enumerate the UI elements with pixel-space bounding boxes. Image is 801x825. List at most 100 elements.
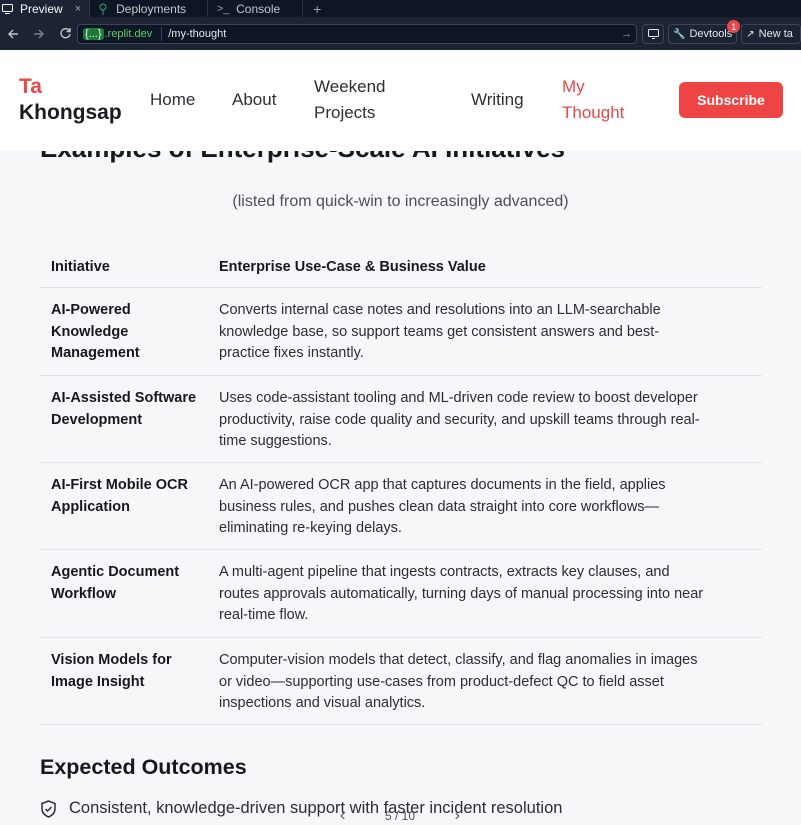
- nav-my-thought-label-2: Thought: [562, 103, 625, 122]
- terminal-icon: >_: [216, 2, 230, 15]
- initiative-line: Workflow: [51, 585, 116, 602]
- device-toggle-button[interactable]: [642, 24, 664, 44]
- outcome-text: Consistent, knowledge-driven support wit…: [69, 799, 563, 817]
- table-row: AI-First Mobile OCR Application An AI-po…: [40, 463, 762, 550]
- initiative-cell: Vision Models for Image Insight: [40, 638, 219, 724]
- value-line: Computer-vision models that detect, clas…: [219, 652, 698, 668]
- table-header-value: Enterprise Use-Case & Business Value: [219, 259, 486, 276]
- table-row: AI-Assisted Software Development Uses co…: [40, 376, 762, 463]
- nav-home-label: Home: [150, 90, 196, 109]
- nav-weekend-projects[interactable]: Weekend Projects: [314, 74, 386, 126]
- domain-pill[interactable]: {...} .replit.dev: [80, 26, 155, 42]
- external-link-icon: ↗: [746, 28, 755, 40]
- open-new-tab-button[interactable]: ↗ New ta: [741, 24, 801, 44]
- nav-about-label: About: [232, 90, 277, 109]
- value-cell: A multi-agent pipeline that ingests cont…: [219, 550, 762, 637]
- new-tab-button[interactable]: +: [303, 0, 331, 17]
- arrow-right-icon: [34, 29, 44, 38]
- shield-check-icon: [41, 799, 56, 818]
- url-bar-actions: 🔧 Devtools 1 ↗ New ta: [642, 20, 801, 44]
- initiative-line: Image Insight: [51, 673, 145, 690]
- tab-deployments[interactable]: Deployments: [90, 0, 209, 17]
- preview-url-bar: {...} .replit.dev /my-thought → 🔧 Devtoo…: [0, 17, 801, 50]
- initiative-line: Vision Models for: [51, 652, 172, 668]
- outcomes-heading: Expected Outcomes: [40, 755, 247, 779]
- initiative-line: Application: [51, 498, 130, 515]
- initiative-cell: AI-First Mobile OCR Application: [40, 463, 219, 549]
- value-line: productivity, raise code quality and sec…: [219, 411, 700, 428]
- initiative-cell: Agentic Document Workflow: [40, 550, 219, 637]
- nav-writing[interactable]: Writing: [471, 87, 524, 113]
- value-line: inspections and visual analytics.: [219, 695, 426, 712]
- table-row: Vision Models for Image Insight Computer…: [40, 638, 762, 725]
- tab-preview[interactable]: Preview ×: [0, 0, 91, 17]
- nav-my-thought-label-1: My: [562, 77, 585, 96]
- section-subtitle: (listed from quick-win to increasingly a…: [232, 193, 569, 210]
- initiative-cell: AI-Powered Knowledge Management: [40, 288, 219, 375]
- nav-writing-label: Writing: [471, 90, 524, 109]
- reload-icon: [59, 28, 71, 39]
- screen-icon: [647, 29, 659, 39]
- address-field[interactable]: {...} .replit.dev /my-thought →: [77, 24, 637, 44]
- nav-weekend-label-2: Projects: [314, 103, 376, 122]
- nav-about[interactable]: About: [232, 87, 276, 113]
- nav-home[interactable]: Home: [150, 87, 195, 113]
- initiative-line: AI-Powered: [51, 302, 131, 318]
- value-line: Converts internal case notes and resolut…: [219, 302, 661, 318]
- site-header: Ta Khongsap Home About Weekend Projects …: [0, 50, 801, 151]
- article-content: Examples of Enterprise-Scale AI Initiati…: [0, 133, 801, 825]
- tab-preview-label: Preview: [20, 1, 63, 16]
- domain-braces: {...}: [83, 28, 104, 40]
- value-cell: Computer-vision models that detect, clas…: [219, 638, 762, 724]
- go-arrow-icon[interactable]: →: [621, 28, 632, 40]
- back-button[interactable]: [0, 17, 26, 50]
- devtools-button[interactable]: 🔧 Devtools 1: [668, 20, 741, 44]
- tab-deployments-label: Deployments: [116, 1, 187, 16]
- forward-button[interactable]: [26, 17, 52, 50]
- subscribe-button[interactable]: Subscribe: [679, 82, 783, 118]
- value-line: A multi-agent pipeline that ingests cont…: [219, 564, 670, 580]
- ide-tab-bar: Preview × Deployments >_ Console +: [0, 0, 801, 17]
- initiative-cell: AI-Assisted Software Development: [40, 376, 219, 462]
- nav-my-thought[interactable]: My Thought: [562, 74, 624, 126]
- arrow-left-icon: [8, 29, 18, 38]
- value-line: business rules, and pushes clean data st…: [219, 498, 660, 515]
- nav-weekend-label-1: Weekend: [314, 77, 386, 96]
- value-cell: Uses code-assistant tooling and ML-drive…: [219, 376, 762, 462]
- table-row: Agentic Document Workflow A multi-agent …: [40, 550, 762, 638]
- initiative-line: Management: [51, 345, 140, 362]
- value-line: real-time flow.: [219, 607, 309, 624]
- pager-next-icon[interactable]: ›: [455, 807, 460, 825]
- tab-console[interactable]: >_ Console: [208, 0, 304, 17]
- initiative-line: Agentic Document: [51, 564, 180, 580]
- value-line: Uses code-assistant tooling and ML-drive…: [219, 390, 698, 406]
- value-line: routes approvals automatically, turning …: [219, 585, 704, 602]
- devtools-badge: 1: [727, 20, 741, 33]
- monitor-icon: [0, 3, 14, 14]
- deployments-icon: [96, 3, 110, 15]
- initiatives-table: Initiative Enterprise Use-Case & Busines…: [40, 249, 762, 725]
- value-line: time suggestions.: [219, 433, 332, 450]
- pager: ‹ 5 / 10 ›: [340, 807, 460, 825]
- reload-button[interactable]: [52, 17, 78, 50]
- pager-prev-icon[interactable]: ‹: [340, 807, 345, 825]
- wrench-icon: 🔧: [673, 28, 686, 40]
- outcome-item: Consistent, knowledge-driven support wit…: [40, 799, 562, 818]
- value-line: practice fixes instantly.: [219, 345, 364, 362]
- devtools-label: Devtools: [689, 28, 733, 40]
- close-tab-icon[interactable]: ×: [75, 3, 81, 15]
- table-header-row: Initiative Enterprise Use-Case & Busines…: [40, 249, 762, 288]
- value-line: An AI-powered OCR app that captures docu…: [219, 477, 666, 493]
- domain-text: .replit.dev: [104, 28, 153, 40]
- value-cell: Converts internal case notes and resolut…: [219, 288, 762, 375]
- initiative-line: AI-Assisted Software: [51, 390, 197, 406]
- address-divider: [161, 27, 163, 41]
- initiative-line: Knowledge: [51, 323, 129, 340]
- table-row: AI-Powered Knowledge Management Converts…: [40, 288, 762, 376]
- initiative-line: AI-First Mobile OCR: [51, 477, 188, 493]
- value-line: or video—supporting use-cases from produ…: [219, 673, 664, 690]
- pager-status: 5 / 10: [384, 809, 416, 823]
- address-path: /my-thought: [168, 28, 227, 40]
- open-new-tab-label: New ta: [758, 28, 793, 40]
- value-line: knowledge base, so support teams get con…: [219, 323, 660, 340]
